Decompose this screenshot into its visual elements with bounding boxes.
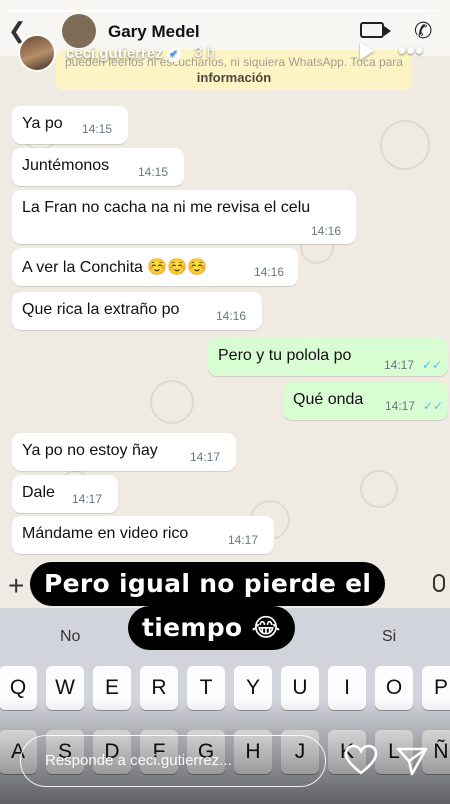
incoming-message[interactable]: Ya po no estoy ñay 14:17 bbox=[12, 433, 236, 471]
message-text: Juntémonos bbox=[22, 157, 110, 174]
message-text: A ver la Conchita ☺️☺️☺️ bbox=[22, 259, 208, 276]
contact-avatar[interactable] bbox=[62, 14, 96, 48]
incoming-message[interactable]: Dale 14:17 bbox=[12, 475, 118, 513]
video-call-icon[interactable] bbox=[360, 22, 391, 38]
message-text: Pero y tu polola po bbox=[218, 347, 352, 364]
microphone-icon[interactable] bbox=[433, 574, 445, 592]
incoming-message[interactable]: A ver la Conchita ☺️☺️☺️ 14:16 bbox=[12, 248, 298, 286]
incoming-message[interactable]: Que rica la extraño po 14:16 bbox=[12, 292, 262, 330]
message-time: 14:17 bbox=[385, 399, 416, 413]
message-text: Mándame en video rico bbox=[22, 525, 189, 542]
incoming-message[interactable]: Mándame en video rico 14:17 bbox=[12, 516, 274, 554]
verified-badge-icon: ✔ bbox=[166, 48, 181, 62]
message-text: Ya po bbox=[22, 115, 63, 132]
message-text: Que rica la extraño po bbox=[22, 301, 180, 318]
banner-text-line2: información bbox=[196, 70, 272, 85]
message-text: Ya po no estoy ñay bbox=[22, 442, 158, 459]
message-time: 14:16 bbox=[254, 265, 285, 279]
story-time: 3 h bbox=[194, 44, 215, 61]
outgoing-message[interactable]: Qué onda 14:17 ✓✓ bbox=[283, 382, 448, 420]
caption-line-1: Pero igual no pierde el bbox=[30, 562, 386, 606]
play-icon[interactable] bbox=[360, 42, 374, 60]
incoming-message[interactable]: Juntémonos 14:15 bbox=[12, 148, 184, 186]
message-text: Dale bbox=[22, 484, 55, 501]
read-receipt-icon: ✓✓ bbox=[422, 358, 443, 372]
heart-icon[interactable] bbox=[344, 744, 378, 776]
caption-line-2: tiempo 😂 bbox=[128, 606, 295, 650]
reply-placeholder: Responde a ceci.gutierrez... bbox=[45, 752, 232, 769]
incoming-message[interactable]: La Fran no cacha na ni me revisa el celu… bbox=[12, 190, 356, 244]
outgoing-message[interactable]: Pero y tu polola po 14:17 ✓✓ bbox=[208, 338, 448, 376]
contact-name[interactable]: Gary Medel bbox=[108, 22, 200, 42]
story-caption: Pero igual no pierde el tiempo 😂 bbox=[30, 562, 430, 652]
message-time: 14:17 bbox=[384, 358, 415, 372]
message-time: 14:17 bbox=[72, 492, 103, 506]
more-options-icon[interactable]: ••• bbox=[398, 38, 424, 64]
message-text: Qué onda bbox=[293, 391, 364, 408]
message-time: 14:15 bbox=[138, 165, 169, 179]
incoming-message[interactable]: Ya po 14:15 bbox=[12, 106, 128, 144]
read-receipt-icon: ✓✓ bbox=[423, 399, 444, 413]
story-username[interactable]: ceci.gutierrez ✔ bbox=[66, 45, 181, 62]
reply-input[interactable]: Responde a ceci.gutierrez... bbox=[20, 735, 326, 787]
message-time: 14:15 bbox=[82, 122, 113, 136]
plus-icon[interactable]: + bbox=[8, 570, 24, 602]
send-icon[interactable] bbox=[396, 746, 428, 776]
message-time: 14:16 bbox=[216, 309, 247, 323]
story-progress-bar bbox=[8, 10, 442, 12]
message-time: 14:17 bbox=[228, 533, 259, 547]
message-time: 14:17 bbox=[190, 450, 221, 464]
message-time: 14:16 bbox=[311, 224, 342, 238]
progress-fill bbox=[8, 10, 421, 12]
story-avatar[interactable] bbox=[18, 34, 56, 72]
username-text: ceci.gutierrez bbox=[66, 45, 163, 62]
message-text: La Fran no cacha na ni me revisa el celu bbox=[22, 199, 311, 216]
